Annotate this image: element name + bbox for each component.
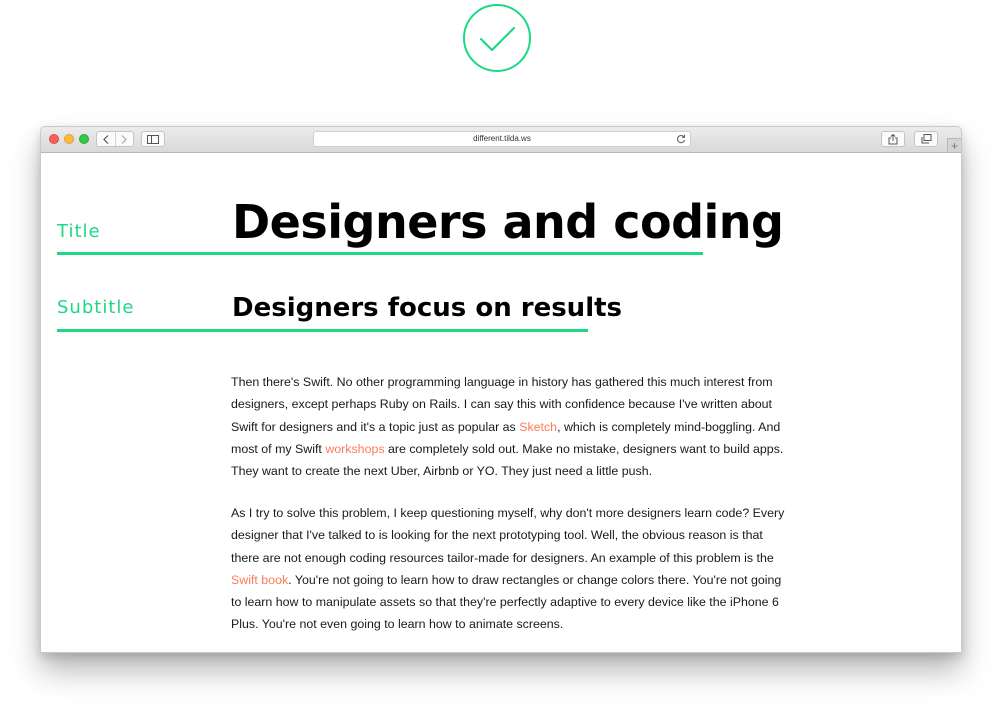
plus-icon: + — [950, 138, 958, 153]
page-title: Designers and coding — [232, 195, 784, 249]
address-bar[interactable]: different.tilda.ws — [313, 131, 691, 147]
new-tab-button[interactable]: + — [947, 138, 961, 153]
workshops-link[interactable]: workshops — [325, 442, 384, 456]
close-window-button[interactable] — [49, 134, 59, 144]
title-underline — [57, 252, 703, 255]
back-chevron-icon — [102, 134, 109, 144]
subtitle-underline — [57, 329, 588, 332]
share-button[interactable] — [881, 131, 905, 147]
browser-toolbar: different.tilda.ws + — [41, 127, 961, 153]
browser-window: different.tilda.ws + Title Designers and… — [40, 126, 962, 653]
reload-icon[interactable] — [676, 134, 686, 144]
tabs-overview-button[interactable] — [914, 131, 938, 147]
url-text: different.tilda.ws — [473, 134, 531, 143]
minimize-window-button[interactable] — [64, 134, 74, 144]
forward-button[interactable] — [114, 132, 134, 146]
body-paragraph-2: As I try to solve this problem, I keep q… — [231, 502, 786, 636]
swift-book-link[interactable]: Swift book — [231, 573, 288, 587]
page-content: Title Designers and coding Subtitle Desi… — [41, 153, 961, 652]
checkmark-circle-icon — [462, 3, 532, 73]
share-icon — [888, 133, 898, 144]
tabs-overview-icon — [921, 134, 931, 144]
body-paragraph-1: Then there's Swift. No other programming… — [231, 371, 786, 482]
paragraph-text: As I try to solve this problem, I keep q… — [231, 506, 785, 565]
sketch-link[interactable]: Sketch — [519, 420, 557, 434]
sidebar-button[interactable] — [141, 131, 165, 147]
paragraph-text: . You're not going to learn how to draw … — [231, 572, 782, 632]
sidebar-icon — [147, 134, 159, 144]
subtitle-label: Subtitle — [57, 297, 135, 318]
zoom-window-button[interactable] — [79, 134, 89, 144]
back-button[interactable] — [97, 132, 115, 146]
title-label: Title — [57, 221, 101, 242]
forward-chevron-icon — [121, 134, 128, 144]
navigation-buttons — [96, 131, 134, 147]
page-subtitle: Designers focus on results — [232, 293, 623, 323]
